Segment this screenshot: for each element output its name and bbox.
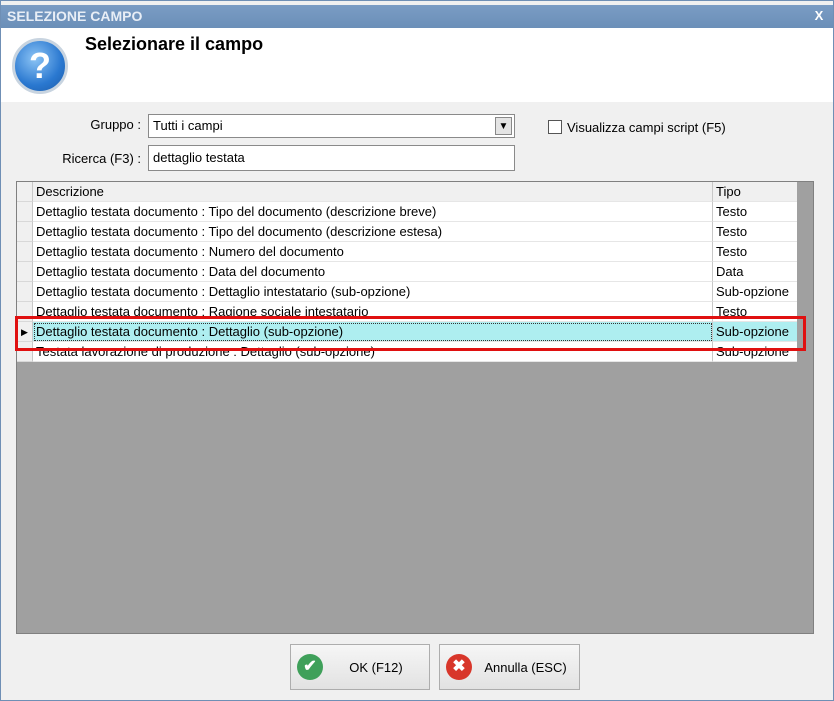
cell-tipo[interactable]: Data <box>713 262 797 282</box>
page-title: Selezionare il campo <box>85 34 264 54</box>
script-fields-checkbox[interactable] <box>548 120 562 134</box>
script-fields-label: Visualizza campi script (F5) <box>567 120 726 135</box>
cancel-label: Annulla (ESC) <box>484 659 567 675</box>
window-title: SELEZIONE CAMPO <box>7 8 143 24</box>
table-row[interactable]: Dettaglio testata documento : Numero del… <box>17 242 797 262</box>
search-label: Ricerca (F3) : <box>62 151 141 166</box>
close-button[interactable]: X <box>811 8 827 24</box>
chevron-down-icon[interactable]: ▼ <box>495 117 512 135</box>
cell-tipo[interactable]: Testo <box>713 222 797 242</box>
ok-label: OK (F12) <box>349 659 403 675</box>
row-header[interactable] <box>17 222 33 242</box>
cell-tipo[interactable]: Testo <box>713 242 797 262</box>
fields-grid: Descrizione Tipo Dettaglio testata docum… <box>16 181 814 634</box>
column-header-tipo[interactable]: Tipo <box>713 182 797 202</box>
table-row[interactable]: Dettaglio testata documento : Data del d… <box>17 262 797 282</box>
cell-tipo[interactable]: Sub-opzione <box>713 282 797 302</box>
cell-tipo[interactable]: Testo <box>713 202 797 222</box>
table-row[interactable]: Dettaglio testata documento : Dettaglio … <box>17 282 797 302</box>
question-icon: ? <box>12 38 68 94</box>
cell-descrizione[interactable]: Dettaglio testata documento : Tipo del d… <box>33 202 713 222</box>
group-value: Tutti i campi <box>153 118 223 133</box>
highlight-box <box>15 316 806 351</box>
group-select[interactable]: Tutti i campi ▼ <box>148 114 515 138</box>
cancel-x-icon: ✖ <box>446 654 472 680</box>
ok-button[interactable]: ✔ OK (F12) <box>290 644 430 690</box>
dialog-window: SELEZIONE CAMPO X ? Selezionare il campo… <box>0 0 834 701</box>
row-header[interactable] <box>17 242 33 262</box>
column-header-descrizione[interactable]: Descrizione <box>33 182 713 202</box>
group-label: Gruppo : <box>90 117 141 132</box>
grid-header: Descrizione Tipo <box>17 182 797 202</box>
check-icon: ✔ <box>297 654 323 680</box>
table-row[interactable]: Dettaglio testata documento : Tipo del d… <box>17 202 797 222</box>
table-row[interactable]: Dettaglio testata documento : Tipo del d… <box>17 222 797 242</box>
search-input[interactable]: dettaglio testata <box>148 145 515 171</box>
cell-descrizione[interactable]: Dettaglio testata documento : Dettaglio … <box>33 282 713 302</box>
cell-descrizione[interactable]: Dettaglio testata documento : Data del d… <box>33 262 713 282</box>
title-bar: SELEZIONE CAMPO X <box>1 5 833 28</box>
row-header-corner <box>17 182 33 202</box>
row-header[interactable] <box>17 202 33 222</box>
row-header[interactable] <box>17 282 33 302</box>
cell-descrizione[interactable]: Dettaglio testata documento : Tipo del d… <box>33 222 713 242</box>
cell-descrizione[interactable]: Dettaglio testata documento : Numero del… <box>33 242 713 262</box>
cancel-button[interactable]: ✖ Annulla (ESC) <box>439 644 580 690</box>
row-header[interactable] <box>17 262 33 282</box>
